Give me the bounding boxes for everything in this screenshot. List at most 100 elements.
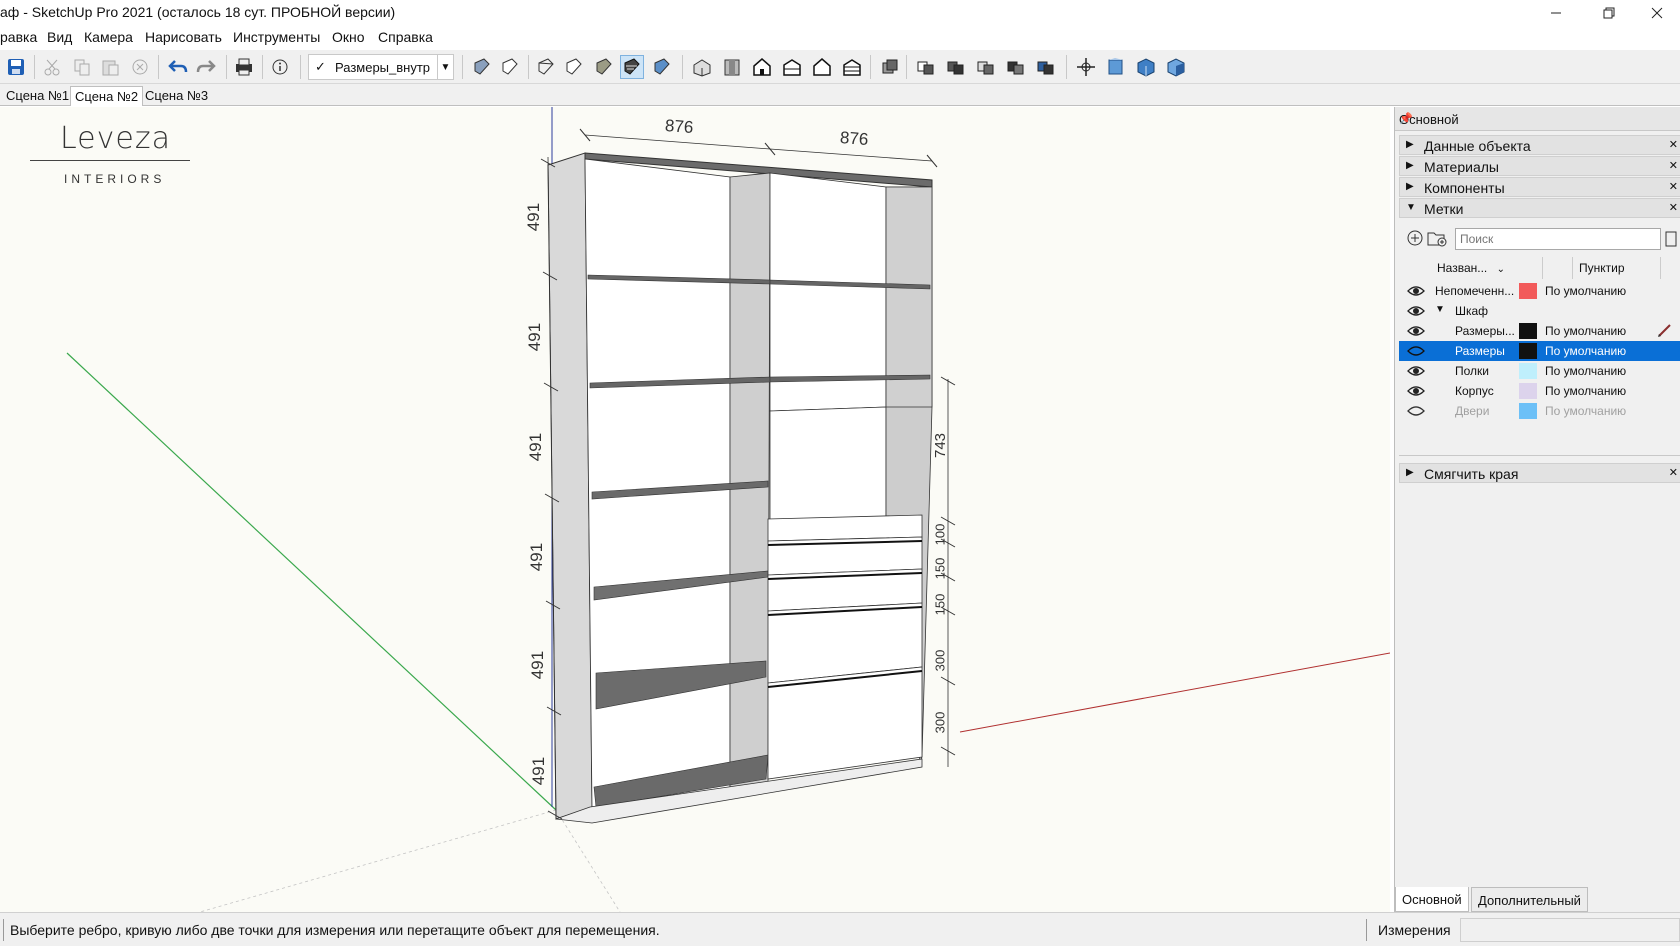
section-entity-info[interactable]: ▶ Данные объекта ✕ (1399, 135, 1680, 155)
layer-tool-2-icon[interactable] (944, 55, 968, 79)
minimize-icon[interactable] (1533, 0, 1579, 26)
scene-selector[interactable]: ✓ Размеры_внутр ▼ (308, 54, 454, 80)
axes-icon[interactable] (1074, 55, 1098, 79)
menu-window[interactable]: Окно (332, 29, 365, 45)
print-icon[interactable] (232, 55, 256, 79)
tag-row-selected[interactable]: Размеры По умолчанию (1399, 341, 1680, 361)
scene-tab-1[interactable]: Сцена №1 (2, 86, 73, 106)
dim-drawer-3: 150 (932, 593, 948, 616)
tag-color-swatch[interactable] (1519, 403, 1537, 419)
monochrome-icon[interactable] (650, 55, 674, 79)
eye-icon[interactable] (1407, 324, 1425, 338)
close-icon[interactable]: ✕ (1669, 180, 1678, 193)
expand-arrow-icon: ▶ (1406, 160, 1414, 171)
layer-tool-1-icon[interactable] (914, 55, 938, 79)
eye-hidden-icon[interactable] (1407, 404, 1425, 418)
cut-icon[interactable] (40, 55, 64, 79)
front-view-icon[interactable] (750, 55, 774, 79)
layer-tool-5-icon[interactable] (1034, 55, 1058, 79)
dim-height-4: 491 (527, 542, 547, 572)
section-plane-icon[interactable] (878, 55, 902, 79)
tag-color-swatch[interactable] (1519, 283, 1537, 299)
section-soften-edges[interactable]: ▶ Смягчить края ✕ (1399, 463, 1680, 483)
section-display-icon[interactable] (1164, 55, 1188, 79)
pencil-icon[interactable] (1657, 322, 1673, 341)
column-dash-header[interactable]: Пунктир (1573, 257, 1661, 279)
top-view-icon[interactable] (720, 55, 744, 79)
wireframe-icon[interactable] (534, 55, 558, 79)
close-icon[interactable]: ✕ (1669, 466, 1678, 479)
eye-icon[interactable] (1407, 364, 1425, 378)
column-name-header[interactable]: Назван... ⌄ (1431, 257, 1543, 279)
tag-color-swatch[interactable] (1519, 363, 1537, 379)
dim-width-left: 876 (664, 116, 695, 137)
close-icon[interactable]: ✕ (1669, 201, 1678, 214)
tag-search-input[interactable] (1455, 228, 1661, 250)
pin-icon[interactable]: 📌 (1399, 112, 1675, 125)
tag-row[interactable]: Двери По умолчанию (1399, 401, 1680, 421)
back-view-icon[interactable] (810, 55, 834, 79)
section-fill-icon[interactable] (1134, 55, 1158, 79)
save-icon[interactable] (4, 55, 28, 79)
xray-icon[interactable] (470, 55, 494, 79)
tag-row[interactable]: ▼ Шкаф (1399, 301, 1680, 321)
tray-tab-additional[interactable]: Дополнительный (1471, 887, 1588, 912)
copy-icon[interactable] (70, 55, 94, 79)
section-materials[interactable]: ▶ Материалы ✕ (1399, 156, 1680, 176)
add-tag-icon[interactable] (1407, 230, 1423, 249)
measurements-input[interactable] (1460, 918, 1680, 942)
model-drawing (66, 107, 1390, 912)
back-edges-icon[interactable] (498, 55, 522, 79)
eye-icon[interactable] (1407, 384, 1425, 398)
eye-icon[interactable] (1407, 284, 1425, 298)
menu-view[interactable]: Вид (47, 29, 72, 45)
menu-help[interactable]: Справка (378, 29, 433, 45)
details-icon[interactable] (1665, 231, 1677, 250)
shaded-icon[interactable] (592, 55, 616, 79)
close-icon[interactable] (1634, 0, 1680, 26)
status-message: Выберите ребро, кривую либо две точки дл… (10, 922, 660, 938)
erase-icon[interactable] (128, 55, 152, 79)
layer-tool-3-icon[interactable] (974, 55, 998, 79)
folder-collapse-icon[interactable]: ▼ (1435, 304, 1445, 315)
layer-tool-4-icon[interactable] (1004, 55, 1028, 79)
menu-edit[interactable]: равка (0, 29, 37, 45)
tray-header: Основной 📌 (1395, 107, 1680, 131)
section-cut-icon[interactable] (1104, 55, 1128, 79)
viewport[interactable]: Leveza INTERIORS 876 876 491 491 491 491… (0, 107, 1390, 912)
scene-tab-3[interactable]: Сцена №3 (141, 86, 212, 106)
restore-icon[interactable] (1586, 0, 1632, 26)
undo-icon[interactable] (166, 55, 190, 79)
right-view-icon[interactable] (780, 55, 804, 79)
hidden-line-icon[interactable] (562, 55, 586, 79)
close-icon[interactable]: ✕ (1669, 138, 1678, 151)
model-info-icon[interactable] (268, 55, 292, 79)
left-view-icon[interactable] (840, 55, 864, 79)
iso-view-icon[interactable] (690, 55, 714, 79)
menu-bar: равка Вид Камера Нарисовать Инструменты … (0, 26, 1680, 50)
shaded-textures-icon[interactable] (620, 55, 644, 79)
tag-row[interactable]: Непомеченн... По умолчанию (1399, 281, 1680, 301)
tag-row[interactable]: Размеры... По умолчанию (1399, 321, 1680, 341)
tag-row[interactable]: Корпус По умолчанию (1399, 381, 1680, 401)
close-icon[interactable]: ✕ (1669, 159, 1678, 172)
section-components[interactable]: ▶ Компоненты ✕ (1399, 177, 1680, 197)
eye-hidden-icon[interactable] (1407, 344, 1425, 358)
menu-camera[interactable]: Камера (84, 29, 133, 45)
default-tray: Основной 📌 ▶ Данные объекта ✕ ▶ Материал… (1394, 107, 1680, 912)
menu-tools[interactable]: Инструменты (233, 29, 320, 45)
tag-color-swatch[interactable] (1519, 343, 1537, 359)
tag-row[interactable]: Полки По умолчанию (1399, 361, 1680, 381)
scene-tab-2[interactable]: Сцена №2 (70, 86, 144, 106)
menu-draw[interactable]: Нарисовать (145, 29, 222, 45)
tray-tab-default[interactable]: Основной (1395, 887, 1469, 912)
tag-color-swatch[interactable] (1519, 323, 1537, 339)
tag-color-swatch[interactable] (1519, 383, 1537, 399)
paste-icon[interactable] (98, 55, 122, 79)
section-tags[interactable]: ▼ Метки ✕ (1399, 198, 1680, 218)
add-tag-folder-icon[interactable] (1427, 229, 1447, 250)
column-color-header[interactable] (1543, 257, 1573, 279)
redo-icon[interactable] (194, 55, 218, 79)
chevron-down-icon[interactable]: ▼ (437, 55, 453, 79)
eye-icon[interactable] (1407, 304, 1425, 318)
